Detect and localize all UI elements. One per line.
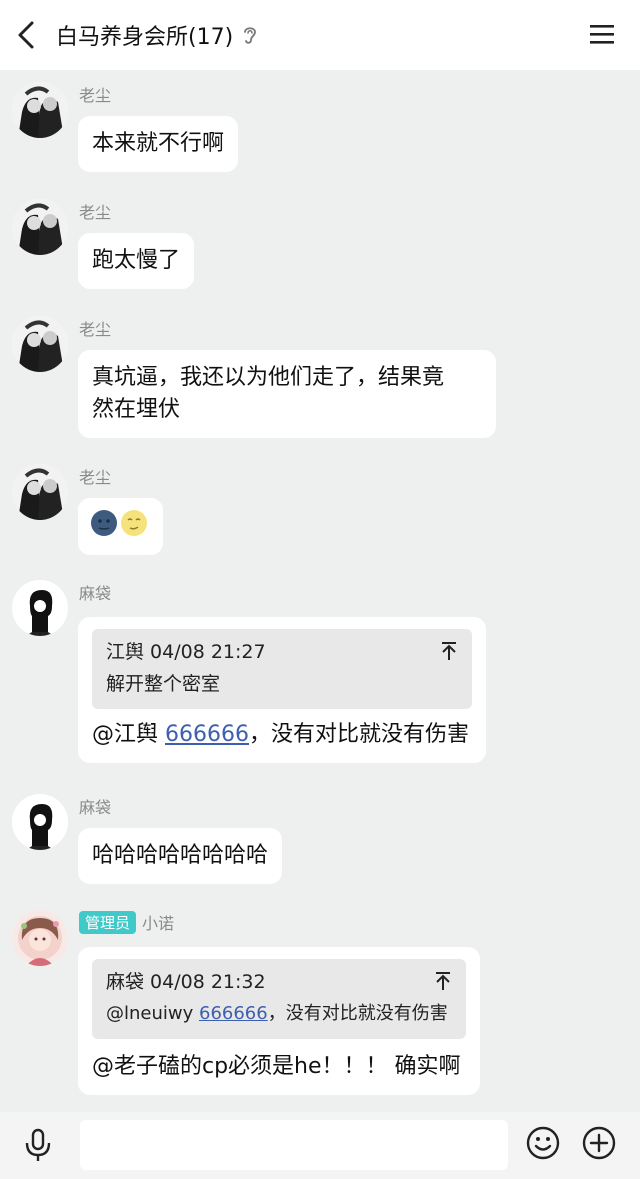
message-list[interactable]: 老尘 本来就不行啊 老尘 跑太慢了 老尘 真坑逼，我还以为他们走了，结果竟 然在… [0,70,640,1112]
chat-header: 白马养身会所(17) [0,0,640,70]
avatar-image [12,199,68,255]
message-text: 本来就不行啊 [92,131,225,156]
menu-icon[interactable] [588,22,616,46]
microphone-icon[interactable] [22,1127,54,1163]
back-arrow-icon[interactable] [12,18,42,52]
message-text-line: 然在埋伏 [92,397,181,422]
admin-badge: 管理员 [79,910,137,934]
group-name: 白马养身会所(17) [56,25,234,50]
avatar-image [12,316,68,372]
message-input[interactable] [80,1120,508,1170]
message-bubble[interactable] [78,498,163,555]
message-text-line: 真坑逼，我还以为他们走了，结果竟 [92,365,445,390]
sender-name: 麻袋 [79,798,112,817]
avatar[interactable] [12,580,68,636]
quote-text: @lneuiwy 666666，没有对比就没有伤害 [106,1003,448,1024]
avatar-image [12,580,68,636]
sender-name: 麻袋 [79,584,112,603]
message-bubble[interactable]: 江舆 04/08 21:27 解开整个密室 @江舆 666666，没有对比就没有… [78,617,486,763]
sender-name: 老尘 [79,320,112,339]
group-title: 白马养身会所(17) [56,19,259,51]
plus-icon[interactable] [581,1125,617,1161]
avatar[interactable] [12,464,68,520]
avatar[interactable] [12,199,68,255]
avatar[interactable] [12,910,68,966]
message-link[interactable]: 666666 [165,722,249,747]
quoted-message[interactable]: 江舆 04/08 21:27 解开整个密室 [92,629,472,709]
message-text: @江舆 666666，没有对比就没有伤害 [92,722,469,747]
message-text: 哈哈哈哈哈哈哈哈 [92,843,269,868]
avatar[interactable] [12,794,68,850]
ear-icon [244,27,257,44]
message-bubble[interactable]: 跑太慢了 [78,233,195,289]
message-bubble[interactable]: 麻袋 04/08 21:32 @lneuiwy 666666，没有对比就没有伤害… [78,947,480,1095]
sender-name: 老尘 [79,86,112,105]
emoji-icon[interactable] [525,1125,561,1161]
avatar-image [12,464,68,520]
sender-name: 老尘 [79,203,112,222]
quote-header: 麻袋 04/08 21:32 [106,971,266,993]
sender-name: 老尘 [79,468,112,487]
quoted-message[interactable]: 麻袋 04/08 21:32 @lneuiwy 666666，没有对比就没有伤害 [92,959,466,1039]
jump-to-top-icon[interactable] [440,641,458,661]
quote-text: 解开整个密室 [106,673,221,695]
message-bubble[interactable]: 真坑逼，我还以为他们走了，结果竟 然在埋伏 [78,350,496,438]
avatar-image [12,910,68,966]
avatar-image [12,82,68,138]
moon-emoji-icon [91,510,147,536]
avatar[interactable] [12,82,68,138]
avatar[interactable] [12,316,68,372]
jump-to-top-icon[interactable] [434,971,452,991]
quote-link[interactable]: 666666 [199,1003,268,1024]
message-bubble[interactable]: 哈哈哈哈哈哈哈哈 [78,828,283,884]
avatar-image [12,794,68,850]
message-text: @老子磕的cp必须是he！！！ 确实啊 [92,1054,461,1079]
message-bubble[interactable]: 本来就不行啊 [78,116,239,172]
input-bar [0,1112,640,1179]
message-text: 跑太慢了 [92,248,181,273]
sender-name: 管理员 小诺 [79,910,174,934]
quote-header: 江舆 04/08 21:27 [106,641,266,663]
